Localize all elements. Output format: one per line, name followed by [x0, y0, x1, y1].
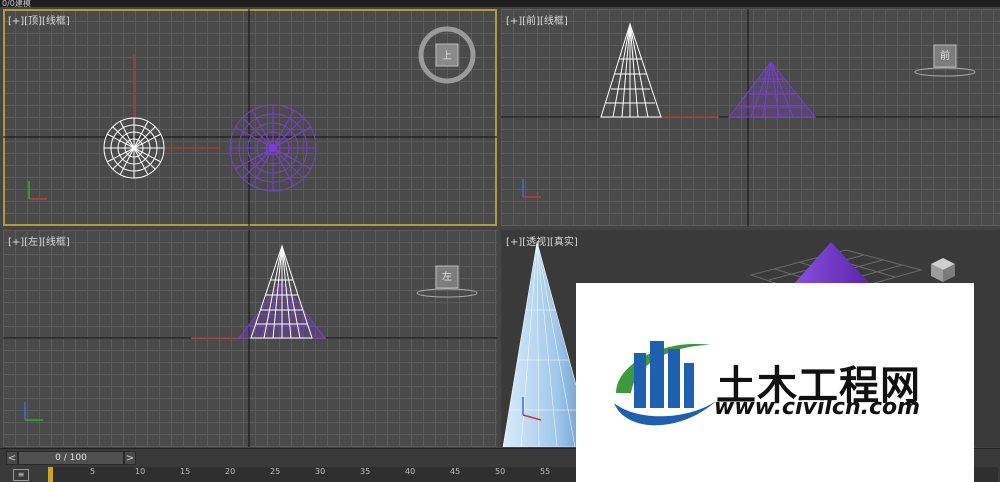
viewport-left-scene: 左	[3, 230, 497, 447]
white-cone-top-wireframe	[103, 117, 165, 179]
frame-tick: 20	[225, 467, 236, 476]
viewport-top-scene: 上	[3, 9, 497, 226]
frame-tick: 30	[315, 467, 326, 476]
window-title: 0/0建模	[0, 0, 1000, 7]
viewcube-left-face: 左	[442, 270, 452, 283]
viewport-perspective-label[interactable]: [+][透视][真实]	[506, 233, 578, 248]
white-cone-left-wireframe	[250, 244, 313, 339]
frame-tick: 50	[495, 467, 506, 476]
viewcube-perspective	[931, 258, 955, 282]
frame-tick: 15	[180, 467, 191, 476]
viewport-front-label[interactable]: [+][前][线框]	[506, 12, 568, 27]
frame-tick: 45	[450, 467, 461, 476]
viewcube-front-face: 前	[940, 49, 950, 62]
viewcube-top: 上	[418, 26, 476, 84]
frame-tick: 5	[90, 467, 96, 476]
viewport-top-label[interactable]: [+][顶][线框]	[8, 12, 70, 27]
frame-tick: 35	[360, 467, 371, 476]
viewport-front-scene: 前	[501, 9, 1000, 226]
time-slider[interactable]: 0 / 100	[18, 451, 124, 465]
axis-tripod-left	[24, 402, 43, 421]
viewcube-top-face: 上	[442, 50, 452, 62]
viewport-front[interactable]: [+][前][线框] 前	[501, 9, 1000, 226]
building-swoosh-logo-icon	[614, 341, 716, 426]
frame-tick: 40	[405, 467, 416, 476]
mini-curve-editor-icon[interactable]: ≡	[13, 469, 29, 481]
viewcube-front: 前	[914, 44, 976, 77]
frame-tick: 25	[270, 467, 281, 476]
white-cone-front-wireframe	[600, 22, 662, 118]
3dsmax-app: 0/0建模 [+][顶][线框] 上 [+][前][线框] 前 [+][左][线…	[0, 0, 1000, 482]
viewport-left[interactable]: [+][左][线框] 左	[3, 230, 497, 447]
timeline-next-button[interactable]: >	[124, 451, 136, 465]
axis-tripod-front	[522, 179, 541, 198]
frame-tick: 55	[540, 467, 551, 476]
frame-tick: 10	[135, 467, 146, 476]
viewcube-left: 左	[416, 265, 478, 298]
watermark-url: www.civilcn.com	[714, 395, 921, 420]
purple-cone-front-wireframe	[727, 61, 817, 118]
current-frame-marker[interactable]	[48, 467, 53, 482]
watermark-overlay: 土木工程网 www.civilcn.com	[576, 283, 974, 482]
viewport-top[interactable]: [+][顶][线框] 上	[3, 9, 497, 226]
timeline-prev-button[interactable]: <	[6, 451, 18, 465]
axis-tripod-top	[28, 181, 47, 200]
viewport-left-label[interactable]: [+][左][线框]	[8, 233, 70, 248]
